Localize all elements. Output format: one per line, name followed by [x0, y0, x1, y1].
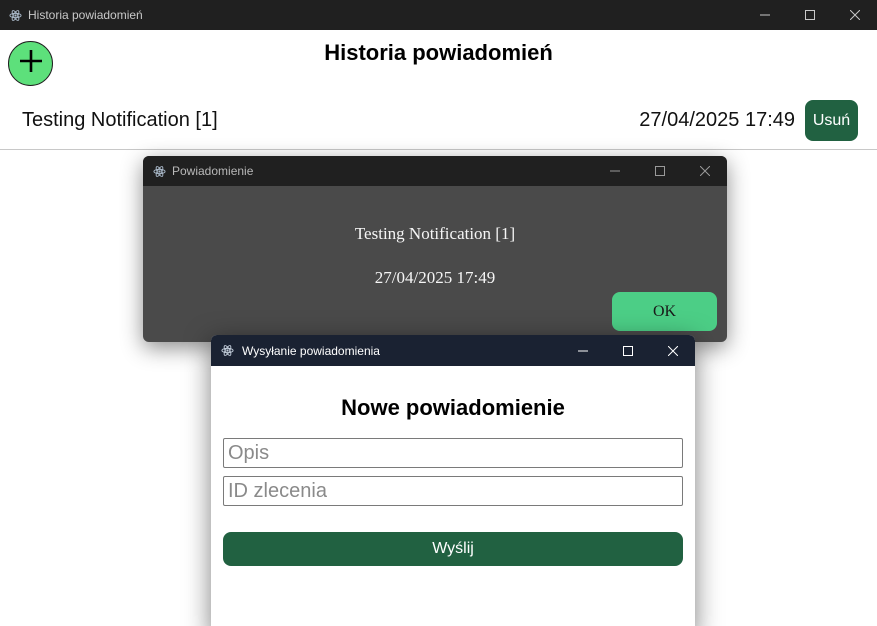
electron-logo-icon — [152, 164, 166, 178]
popup-message: Testing Notification [1] — [354, 224, 516, 243]
popup-titlebar: Powiadomienie — [143, 156, 727, 186]
popup-window-controls — [592, 156, 727, 186]
electron-logo-icon — [220, 344, 234, 358]
notification-popup-window: Powiadomienie Testing Notification [1] 2… — [143, 156, 727, 342]
maximize-icon[interactable] — [637, 156, 682, 186]
order-id-input[interactable] — [223, 476, 683, 506]
minimize-icon[interactable] — [560, 335, 605, 366]
window-title: Historia powiadomień — [28, 8, 143, 22]
electron-logo-icon — [8, 8, 22, 22]
close-icon[interactable] — [832, 0, 877, 30]
popup-title: Powiadomienie — [172, 164, 254, 178]
page-title: Historia powiadomień — [324, 40, 553, 65]
maximize-icon[interactable] — [787, 0, 832, 30]
send-window-controls — [560, 335, 695, 366]
maximize-icon[interactable] — [605, 335, 650, 366]
notification-row: Testing Notification [1] 27/04/2025 17:4… — [0, 98, 877, 150]
delete-button[interactable]: Usuń — [805, 100, 858, 141]
main-titlebar: Historia powiadomień — [0, 0, 877, 30]
send-dialog-title: Wysyłanie powiadomienia — [242, 343, 380, 358]
minimize-icon[interactable] — [742, 0, 787, 30]
send-button[interactable]: Wyślij — [223, 532, 683, 566]
close-icon[interactable] — [682, 156, 727, 186]
send-notification-window: Wysyłanie powiadomienia Nowe powiadomien… — [211, 335, 695, 626]
popup-date: 27/04/2025 17:49 — [374, 268, 496, 287]
window-controls — [742, 0, 877, 30]
send-dialog-titlebar: Wysyłanie powiadomienia — [211, 335, 695, 366]
send-dialog-heading: Nowe powiadomienie — [341, 395, 565, 420]
description-input[interactable] — [223, 438, 683, 468]
notification-date: 27/04/2025 17:49 — [639, 109, 795, 131]
minimize-icon[interactable] — [592, 156, 637, 186]
notification-label: Testing Notification [1] — [22, 109, 218, 131]
close-icon[interactable] — [650, 335, 695, 366]
ok-button[interactable]: OK — [612, 292, 717, 331]
